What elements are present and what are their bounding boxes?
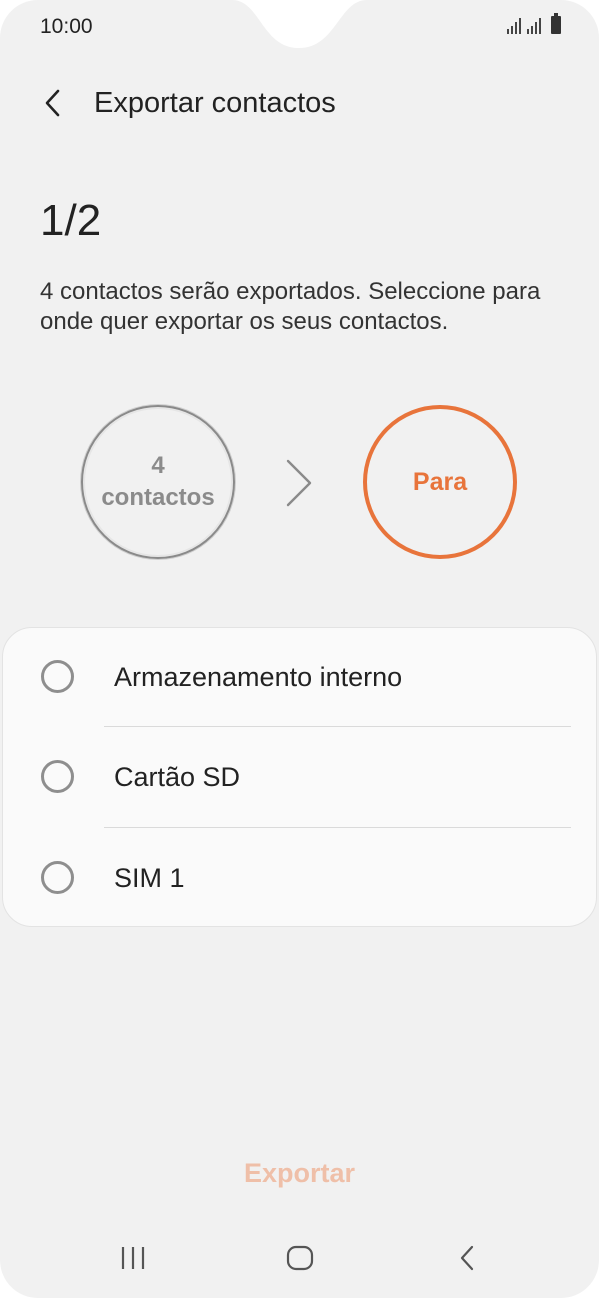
description-text: 4 contactos serão exportados. Seleccione… xyxy=(40,278,541,335)
page-title: Exportar contactos xyxy=(94,87,336,119)
navigation-bar xyxy=(0,1230,599,1290)
chevron-right-icon xyxy=(286,459,312,507)
phone-screen: 10:00 Exportar contactos 1/2 4 contactos… xyxy=(0,0,599,1298)
home-icon xyxy=(286,1245,314,1271)
status-time: 10:00 xyxy=(40,15,93,38)
battery-icon xyxy=(551,13,561,34)
export-button[interactable]: Exportar xyxy=(0,1150,599,1196)
signal-icon xyxy=(507,16,521,34)
home-button[interactable] xyxy=(260,1230,340,1286)
option-sd-card[interactable]: Cartão SD xyxy=(3,727,598,827)
source-count: 4 xyxy=(151,452,165,479)
radio-button[interactable] xyxy=(41,861,74,894)
back-icon xyxy=(460,1245,474,1271)
recent-apps-icon xyxy=(121,1247,145,1269)
option-label: Armazenamento interno xyxy=(114,662,403,692)
source-circle: 4 contactos xyxy=(81,405,235,559)
status-icons xyxy=(507,13,561,34)
source-label: contactos xyxy=(101,484,215,511)
radio-button[interactable] xyxy=(41,760,74,793)
option-sim-1[interactable]: SIM 1 xyxy=(3,828,598,928)
option-internal-storage[interactable]: Armazenamento interno xyxy=(3,628,598,728)
option-label: Cartão SD xyxy=(114,762,241,792)
nav-back-button[interactable] xyxy=(428,1230,508,1286)
app-header: Exportar contactos xyxy=(0,78,599,128)
destination-circle: Para xyxy=(363,405,517,559)
back-button[interactable] xyxy=(30,78,76,128)
step-indicator: 1/2 xyxy=(40,196,102,245)
option-label: SIM 1 xyxy=(114,863,185,893)
recent-apps-button[interactable] xyxy=(93,1230,173,1286)
destination-label: Para xyxy=(412,467,468,496)
status-bar: 10:00 xyxy=(0,0,599,56)
signal-icon xyxy=(527,16,541,34)
export-options-card: Armazenamento interno Cartão SD SIM 1 xyxy=(2,627,597,927)
radio-button[interactable] xyxy=(41,660,74,693)
chevron-left-icon xyxy=(45,89,60,117)
